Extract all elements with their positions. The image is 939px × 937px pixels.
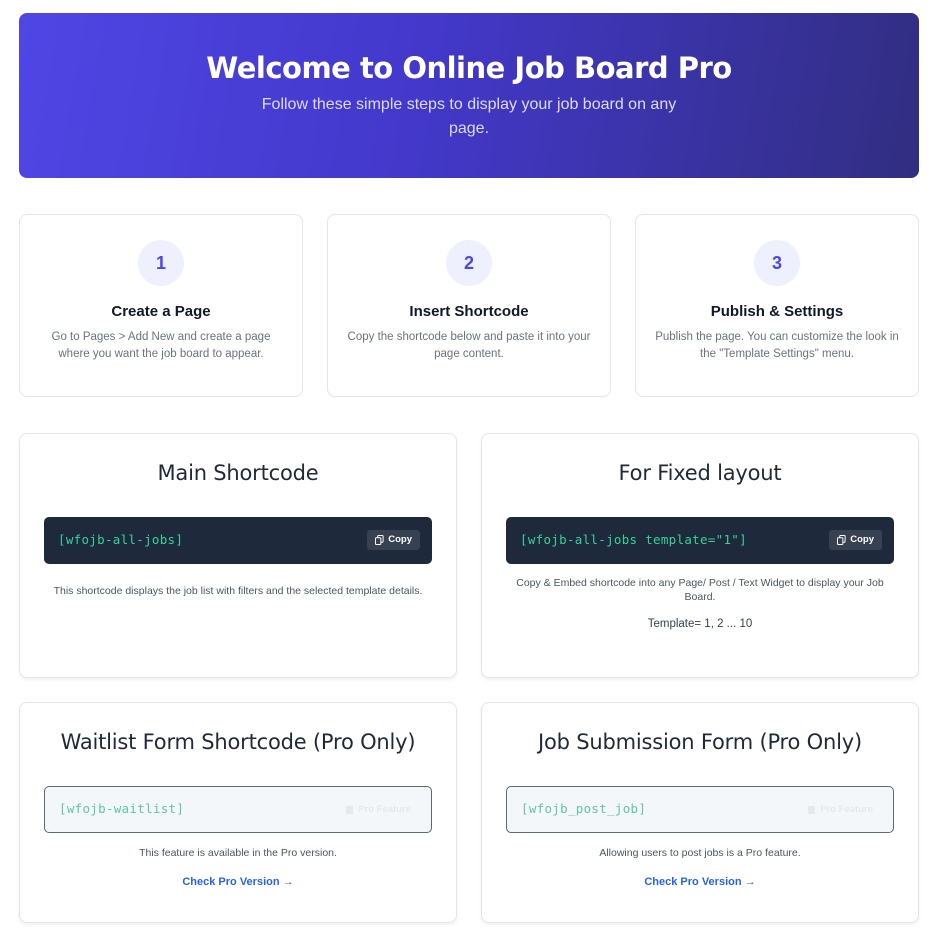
copy-button[interactable]: Copy: [367, 530, 420, 550]
step-title: Publish & Settings: [710, 303, 844, 320]
shortcode-box[interactable]: [wfojb-waitlist] Pro Feature: [44, 786, 432, 833]
copy-button-label: Copy: [850, 534, 874, 545]
card-description: This shortcode displays the job list wit…: [53, 585, 423, 597]
shortcode-text[interactable]: [wfojb-all-jobs template="1"]: [520, 532, 747, 547]
step-title: Create a Page: [111, 303, 211, 320]
template-note: Template= 1, 2 ... 10: [647, 618, 753, 630]
step-card-1: 1 Create a Page Go to Pages > Add New an…: [19, 214, 303, 397]
pro-feature-button: Pro Feature: [337, 800, 419, 820]
step-number-badge: 3: [754, 240, 800, 286]
card-title: Main Shortcode: [157, 461, 319, 485]
card-description: Copy & Embed shortcode into any Page/ Po…: [516, 577, 884, 603]
card-description: Allowing users to post jobs is a Pro fea…: [599, 847, 801, 859]
shortcode-text[interactable]: [wfojb_post_job]: [521, 801, 646, 816]
step-card-2: 2 Insert Shortcode Copy the shortcode be…: [327, 214, 611, 397]
step-number-badge: 1: [138, 240, 184, 286]
shortcode-box[interactable]: [wfojb_post_job] Pro Feature: [506, 786, 894, 833]
card-title: Job Submission Form (Pro Only): [538, 730, 862, 754]
step-description: Copy the shortcode below and paste it in…: [347, 331, 591, 360]
pro-feature-label: Pro Feature: [820, 804, 873, 815]
check-pro-version-link[interactable]: Check Pro Version →: [644, 876, 755, 888]
copy-button[interactable]: Copy: [829, 530, 882, 550]
page-title: Welcome to Online Job Board Pro: [206, 51, 732, 85]
shortcode-box[interactable]: [wfojb-all-jobs template="1"] Copy: [506, 517, 894, 564]
copy-icon: [346, 805, 354, 815]
pro-feature-button: Pro Feature: [799, 800, 881, 820]
shortcode-text[interactable]: [wfojb-all-jobs]: [58, 532, 183, 547]
shortcode-text[interactable]: [wfojb-waitlist]: [59, 801, 184, 816]
step-description: Go to Pages > Add New and create a page …: [51, 331, 271, 360]
page-subtitle: Follow these simple steps to display you…: [261, 96, 677, 137]
step-description: Publish the page. You can customize the …: [655, 331, 899, 360]
job-submission-card: Job Submission Form (Pro Only) [wfojb_po…: [481, 702, 919, 923]
check-pro-version-link[interactable]: Check Pro Version →: [182, 876, 293, 888]
step-card-3: 3 Publish & Settings Publish the page. Y…: [635, 214, 919, 397]
card-description: This feature is available in the Pro ver…: [139, 847, 337, 859]
fixed-layout-card: For Fixed layout [wfojb-all-jobs templat…: [481, 433, 919, 678]
copy-icon: [808, 805, 816, 815]
copy-icon: [375, 535, 384, 545]
step-title: Insert Shortcode: [409, 303, 529, 320]
step-number-badge: 2: [446, 240, 492, 286]
copy-button-label: Copy: [388, 534, 412, 545]
card-title: Waitlist Form Shortcode (Pro Only): [60, 730, 416, 754]
card-title: For Fixed layout: [618, 461, 782, 485]
copy-icon: [837, 535, 846, 545]
main-shortcode-card: Main Shortcode [wfojb-all-jobs] Copy Thi…: [19, 433, 457, 678]
welcome-banner: Welcome to Online Job Board Pro Follow t…: [19, 13, 919, 178]
waitlist-shortcode-card: Waitlist Form Shortcode (Pro Only) [wfoj…: [19, 702, 457, 923]
pro-feature-label: Pro Feature: [358, 804, 411, 815]
shortcode-box[interactable]: [wfojb-all-jobs] Copy: [44, 517, 432, 564]
